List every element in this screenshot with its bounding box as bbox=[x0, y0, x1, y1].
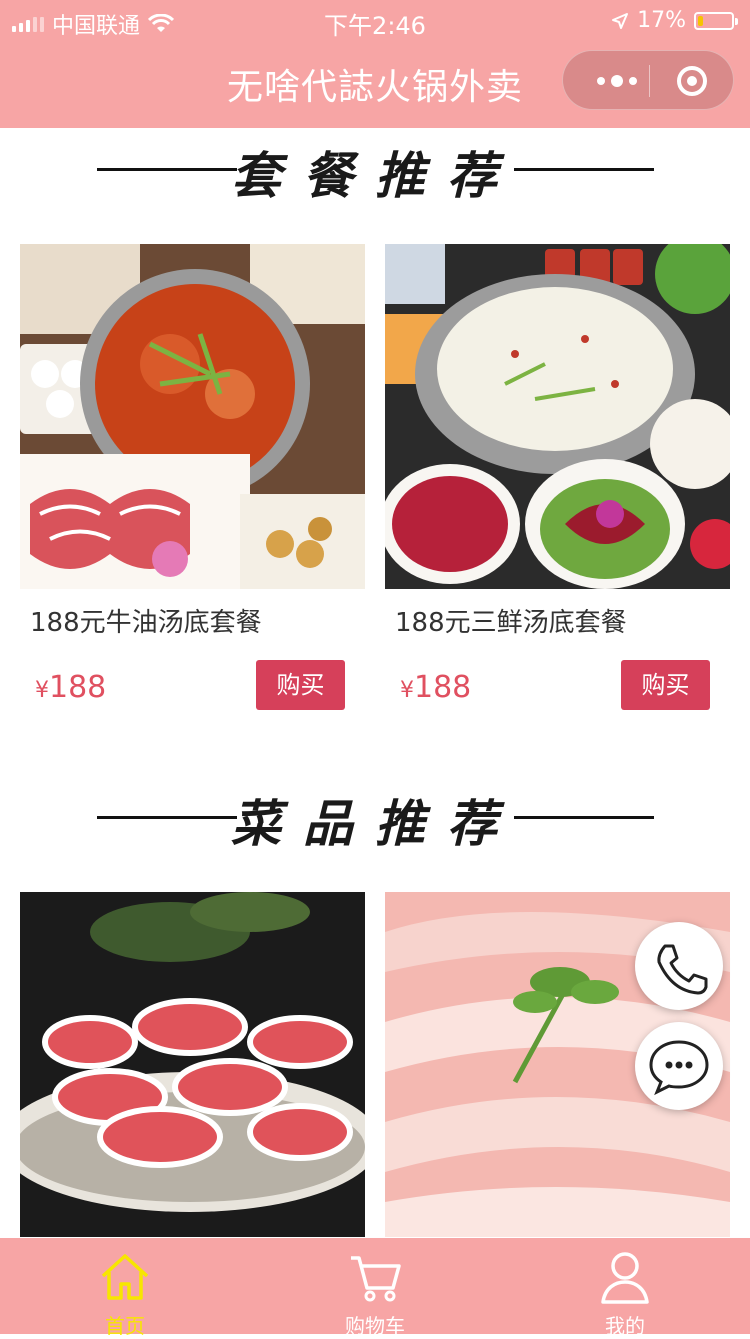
cart-icon bbox=[351, 1256, 401, 1302]
chat-button[interactable] bbox=[635, 1022, 723, 1110]
phone-call-button[interactable] bbox=[635, 922, 723, 1010]
close-target-button[interactable] bbox=[677, 66, 707, 96]
battery-percent: 17% bbox=[637, 8, 686, 33]
header-bar: 中国联通 下午2:46 17% 无啥代誌火锅外卖 bbox=[0, 0, 750, 128]
tab-profile[interactable]: 我的 bbox=[500, 1238, 750, 1338]
battery-icon bbox=[694, 11, 738, 30]
chat-icon bbox=[649, 1040, 709, 1096]
combo-image-three-delicacies[interactable] bbox=[385, 244, 730, 589]
phone-icon bbox=[657, 944, 708, 995]
dish-section-title: 菜品推荐 bbox=[0, 776, 750, 856]
user-icon bbox=[601, 1252, 649, 1304]
location-arrow-icon bbox=[612, 12, 629, 29]
tab-home[interactable]: 首页 bbox=[0, 1238, 250, 1338]
buy-button[interactable]: 购买 bbox=[621, 660, 710, 710]
dish-image-beef-rolls[interactable] bbox=[20, 892, 365, 1237]
combo-image-beef-tallow[interactable] bbox=[20, 244, 365, 589]
combo-price: ¥188 bbox=[35, 670, 107, 705]
tab-cart[interactable]: 购物车 bbox=[250, 1238, 500, 1338]
home-icon bbox=[101, 1254, 149, 1300]
combo-name: 188元三鲜汤底套餐 bbox=[395, 608, 627, 638]
combo-price: ¥188 bbox=[400, 670, 472, 705]
status-bar: 中国联通 下午2:46 17% bbox=[0, 0, 750, 40]
tab-bar: 首页 购物车 我的 bbox=[0, 1238, 750, 1338]
combo-section-title: 套餐推荐 bbox=[0, 128, 750, 208]
buy-button[interactable]: 购买 bbox=[256, 660, 345, 710]
combo-name: 188元牛油汤底套餐 bbox=[30, 608, 262, 638]
mini-program-capsule bbox=[562, 50, 734, 110]
more-menu-button[interactable] bbox=[587, 69, 647, 93]
